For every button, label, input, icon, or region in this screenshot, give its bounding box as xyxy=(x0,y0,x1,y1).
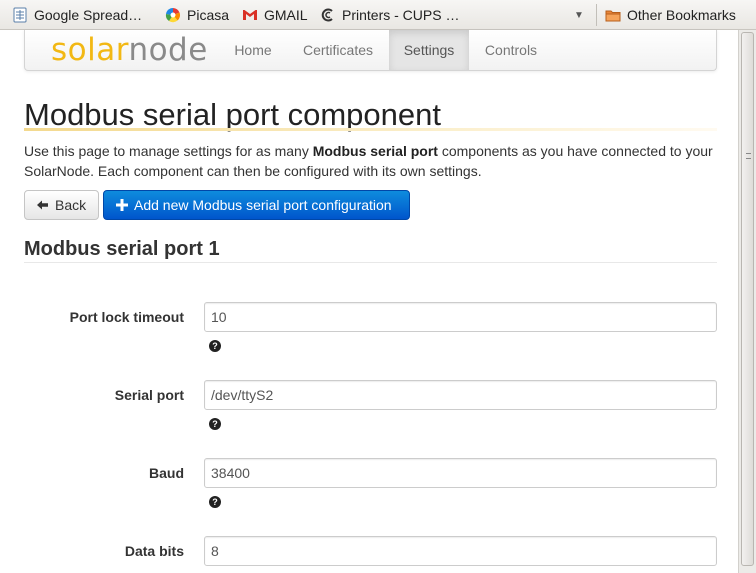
bookmark-gmail[interactable]: GMAIL xyxy=(242,0,308,30)
port-lock-timeout-input[interactable] xyxy=(204,302,717,332)
folder-icon xyxy=(605,10,621,21)
intro-text: Use this page to manage settings for as … xyxy=(24,141,724,181)
serial-port-input[interactable] xyxy=(204,380,717,410)
port-lock-timeout-label: Port lock timeout xyxy=(69,309,184,325)
logo-solar-text: solar xyxy=(51,32,129,68)
section-divider xyxy=(24,262,717,263)
nav-home[interactable]: Home xyxy=(225,30,281,70)
bookmarks-overflow-chevron-icon[interactable]: ▼ xyxy=(574,0,584,30)
section-title: Modbus serial port 1 xyxy=(24,238,220,260)
plus-icon xyxy=(116,199,128,211)
arrow-left-icon xyxy=(37,200,49,210)
serial-port-label: Serial port xyxy=(114,387,184,403)
intro-text-part: Use this page to manage settings for as … xyxy=(24,143,313,159)
add-configuration-label: Add new Modbus serial port configuration xyxy=(134,197,392,213)
logo-node-text: node xyxy=(128,32,208,68)
nav-controls[interactable]: Controls xyxy=(475,30,547,70)
help-icon[interactable]: ? xyxy=(209,340,221,352)
nav-settings[interactable]: Settings xyxy=(389,30,469,70)
baud-label: Baud xyxy=(149,465,184,481)
add-configuration-button[interactable]: Add new Modbus serial port configuration xyxy=(103,190,410,220)
data-bits-input[interactable] xyxy=(204,536,717,566)
back-button[interactable]: Back xyxy=(24,190,99,220)
picasa-icon xyxy=(165,7,181,22)
page-scrollbar[interactable] xyxy=(738,30,756,573)
gmail-icon xyxy=(243,9,257,20)
bookmark-printers-cups[interactable]: Printers - CUPS … xyxy=(320,0,459,30)
bookmark-label: GMAIL xyxy=(264,6,308,23)
bookmark-label: Google Spread… xyxy=(34,6,143,23)
bookmark-label: Picasa xyxy=(187,6,230,23)
scrollbar-thumb[interactable] xyxy=(741,32,754,566)
baud-input[interactable] xyxy=(204,458,717,488)
bookmark-picasa[interactable]: Picasa xyxy=(165,0,229,30)
back-button-label: Back xyxy=(55,197,87,213)
help-icon[interactable]: ? xyxy=(209,418,221,430)
help-icon[interactable]: ? xyxy=(209,496,221,508)
bookmark-google-spreadsheets[interactable]: Google Spread… xyxy=(12,0,142,30)
data-bits-label: Data bits xyxy=(124,543,184,559)
title-underline xyxy=(24,128,717,131)
bookmark-label: Printers - CUPS … xyxy=(342,6,460,23)
cups-icon xyxy=(321,8,333,21)
spreadsheet-icon xyxy=(13,7,27,22)
bookmark-label: Other Bookmarks xyxy=(627,6,736,23)
bookmarks-separator xyxy=(596,4,597,26)
intro-text-bold: Modbus serial port xyxy=(312,143,438,159)
bookmark-other-bookmarks[interactable]: Other Bookmarks xyxy=(605,0,736,30)
bookmarks-bar: Google Spread… Picasa GMAIL Printers - C… xyxy=(0,0,756,30)
solarnode-logo[interactable]: solarnode xyxy=(51,32,208,68)
scrollbar-grip-icon xyxy=(746,153,751,159)
nav-certificates[interactable]: Certificates xyxy=(293,30,383,70)
top-navbar: solarnode Home Certificates Settings Con… xyxy=(24,30,717,71)
